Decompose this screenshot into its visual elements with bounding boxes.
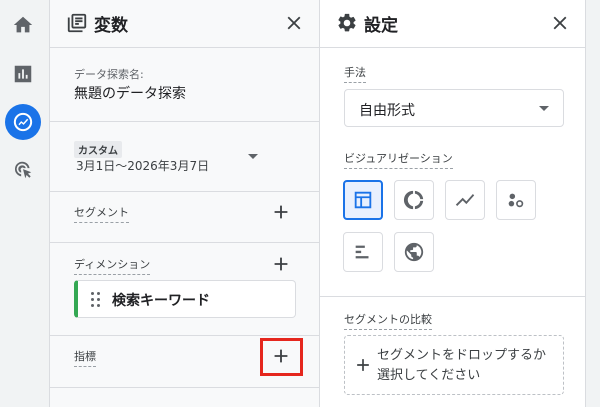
- divider: [320, 296, 585, 297]
- scatter-plot-icon: [508, 193, 524, 208]
- technique-label: 手法: [344, 64, 366, 83]
- viz-geo-button[interactable]: [394, 232, 434, 272]
- viz-scatter-button[interactable]: [496, 180, 536, 220]
- add-segment-button[interactable]: [270, 201, 292, 223]
- dimensions-label: ディメンション: [74, 256, 151, 275]
- segments-label: セグメント: [74, 204, 129, 223]
- variables-list-icon: [66, 12, 88, 34]
- close-settings-button[interactable]: [549, 12, 571, 34]
- right-edge-strip: [586, 0, 600, 407]
- technique-select-value: 自由形式: [359, 103, 415, 119]
- horizontal-bar-chart-icon: [355, 245, 369, 259]
- dimension-chip-label: 検索キーワード: [112, 293, 210, 309]
- exploration-name-section: データ探索名: 無題のデータ探索: [50, 48, 319, 122]
- segment-comparison-label: セグメントの比較: [344, 311, 432, 330]
- plus-icon: [274, 257, 288, 271]
- variables-panel-header: 変数: [50, 0, 319, 48]
- globe-icon: [404, 242, 424, 262]
- segment-drop-zone[interactable]: セグメントをドロップするか選択してください: [344, 335, 564, 395]
- viz-bar-button[interactable]: [343, 232, 383, 272]
- table-icon: [354, 191, 372, 209]
- exploration-name-label: データ探索名:: [74, 68, 144, 81]
- dimension-chip-search-keyword[interactable]: 検索キーワード: [74, 280, 296, 318]
- visualization-label: ビジュアリゼーション: [344, 150, 453, 169]
- bar-chart-icon: [14, 65, 32, 83]
- technique-select[interactable]: 自由形式: [344, 89, 564, 127]
- variables-panel: 変数 データ探索名: 無題のデータ探索 カスタム 3月1日～2026年3月7日 …: [50, 0, 320, 407]
- viz-table-button[interactable]: [343, 180, 383, 220]
- plus-icon: [274, 205, 288, 219]
- left-nav-rail: [0, 0, 50, 407]
- viz-line-button[interactable]: [445, 180, 485, 220]
- date-dropdown-arrow-icon[interactable]: [248, 154, 258, 159]
- reports-nav-button[interactable]: [5, 56, 41, 92]
- home-icon: [13, 16, 33, 33]
- add-dimension-button[interactable]: [270, 253, 292, 275]
- highlight-box: [260, 338, 303, 376]
- viz-donut-button[interactable]: [394, 180, 434, 220]
- date-range-value: 3月1日～2026年3月7日: [76, 159, 210, 173]
- target-cursor-icon: [14, 161, 32, 179]
- close-icon: [553, 16, 567, 30]
- close-variables-button[interactable]: [283, 12, 305, 34]
- plus-icon: [353, 355, 375, 377]
- explore-icon: [13, 112, 33, 132]
- settings-panel-title: 設定: [364, 16, 398, 36]
- home-nav-button[interactable]: [5, 7, 41, 43]
- explore-nav-button[interactable]: [5, 104, 41, 140]
- gear-icon: [336, 12, 358, 34]
- segment-drop-text: セグメントをドロップするか選択してください: [377, 348, 547, 383]
- segments-section: セグメント: [50, 192, 319, 243]
- chevron-down-icon: [539, 106, 549, 111]
- settings-panel-header: 設定: [320, 0, 585, 48]
- exploration-name-field[interactable]: 無題のデータ探索: [74, 83, 186, 103]
- variables-panel-title: 変数: [94, 16, 128, 36]
- custom-tag: カスタム: [74, 141, 122, 158]
- date-range-section[interactable]: カスタム 3月1日～2026年3月7日: [50, 122, 319, 192]
- date-range-tag: カスタム: [74, 139, 122, 158]
- line-chart-icon: [455, 194, 475, 206]
- metrics-label: 指標: [74, 348, 96, 367]
- close-icon: [287, 16, 301, 30]
- donut-chart-icon: [403, 190, 424, 210]
- settings-panel: 設定 手法 自由形式 ビジュアリゼーション セグメントの比較 セグメントをドロッ…: [320, 0, 586, 407]
- advertising-nav-button[interactable]: [5, 152, 41, 188]
- drag-handle-icon[interactable]: [91, 292, 101, 308]
